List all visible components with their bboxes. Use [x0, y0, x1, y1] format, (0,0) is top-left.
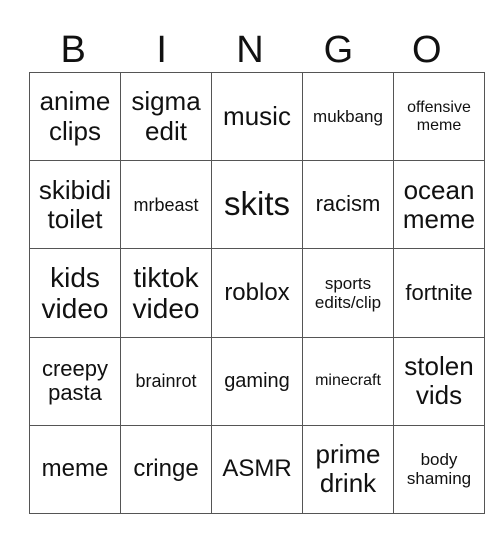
header-letter-b: B: [60, 29, 86, 71]
bingo-cell[interactable]: ASMR: [211, 424, 303, 515]
bingo-cell[interactable]: skits: [211, 160, 303, 250]
bingo-cell[interactable]: mukbang: [302, 71, 394, 162]
bingo-cell[interactable]: gaming: [211, 336, 303, 426]
header-letter-n: N: [236, 29, 264, 71]
header-letter-o: O: [412, 29, 442, 71]
bingo-cell[interactable]: brainrot: [120, 336, 212, 426]
bingo-cell[interactable]: mrbeast: [120, 160, 212, 250]
bingo-cell[interactable]: cringe: [120, 424, 212, 515]
bingo-row: anime clips sigma edit music mukbang off…: [29, 71, 485, 162]
bingo-cell[interactable]: skibidi toilet: [29, 160, 121, 250]
bingo-cell[interactable]: kids video: [29, 248, 121, 338]
bingo-cell[interactable]: body shaming: [393, 424, 485, 515]
bingo-cell[interactable]: tiktok video: [120, 248, 212, 338]
bingo-cell[interactable]: fortnite: [393, 248, 485, 338]
bingo-cell[interactable]: sports edits/clip: [302, 248, 394, 338]
bingo-cell[interactable]: offensive meme: [393, 71, 485, 162]
bingo-cell[interactable]: roblox: [211, 248, 303, 338]
bingo-header: B I N G O: [29, 28, 471, 73]
bingo-cell[interactable]: prime drink: [302, 424, 394, 515]
bingo-cell[interactable]: anime clips: [29, 71, 121, 162]
header-letter-g: G: [323, 29, 354, 71]
bingo-cell[interactable]: creepy pasta: [29, 336, 121, 426]
bingo-row: skibidi toilet mrbeast skits racism ocea…: [29, 160, 485, 250]
bingo-row: kids video tiktok video roblox sports ed…: [29, 248, 485, 338]
bingo-card: anime clips sigma edit music mukbang off…: [29, 71, 485, 515]
bingo-cell[interactable]: meme: [29, 424, 121, 515]
bingo-row: creepy pasta brainrot gaming minecraft s…: [29, 336, 485, 426]
header-letter-i: I: [156, 29, 167, 71]
bingo-cell[interactable]: racism: [302, 160, 394, 250]
bingo-cell[interactable]: minecraft: [302, 336, 394, 426]
bingo-row: meme cringe ASMR prime drink body shamin…: [29, 424, 485, 515]
bingo-cell[interactable]: ocean meme: [393, 160, 485, 250]
bingo-cell[interactable]: sigma edit: [120, 71, 212, 162]
bingo-cell[interactable]: stolen vids: [393, 336, 485, 426]
bingo-cell[interactable]: music: [211, 71, 303, 162]
